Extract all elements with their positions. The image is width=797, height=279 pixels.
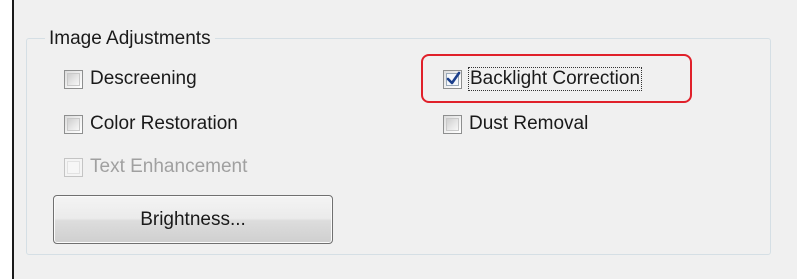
group-title: Image Adjustments (45, 28, 215, 50)
screenshot-stage: Image Adjustments Descreening Color Rest… (0, 0, 797, 279)
text-enhancement-label: Text Enhancement (90, 156, 248, 177)
descreening-label: Descreening (90, 68, 197, 89)
dust-removal-checkbox-option[interactable]: Dust Removal (443, 111, 588, 137)
descreening-checkbox[interactable] (64, 69, 83, 89)
brightness-button[interactable]: Brightness... (53, 195, 333, 244)
backlight-correction-checkbox-option[interactable]: Backlight Correction (443, 66, 643, 92)
color-restoration-checkbox[interactable] (64, 114, 83, 134)
color-restoration-checkbox-option[interactable]: Color Restoration (64, 111, 238, 137)
checkmark-icon (446, 71, 461, 84)
backlight-correction-checkbox[interactable] (443, 69, 462, 89)
dust-removal-label: Dust Removal (469, 113, 589, 134)
text-enhancement-checkbox (64, 157, 83, 177)
dust-removal-checkbox[interactable] (443, 114, 462, 134)
color-restoration-label: Color Restoration (90, 113, 238, 134)
descreening-checkbox-option[interactable]: Descreening (64, 66, 197, 92)
backlight-correction-label: Backlight Correction (467, 67, 643, 91)
text-enhancement-checkbox-option: Text Enhancement (64, 154, 247, 180)
